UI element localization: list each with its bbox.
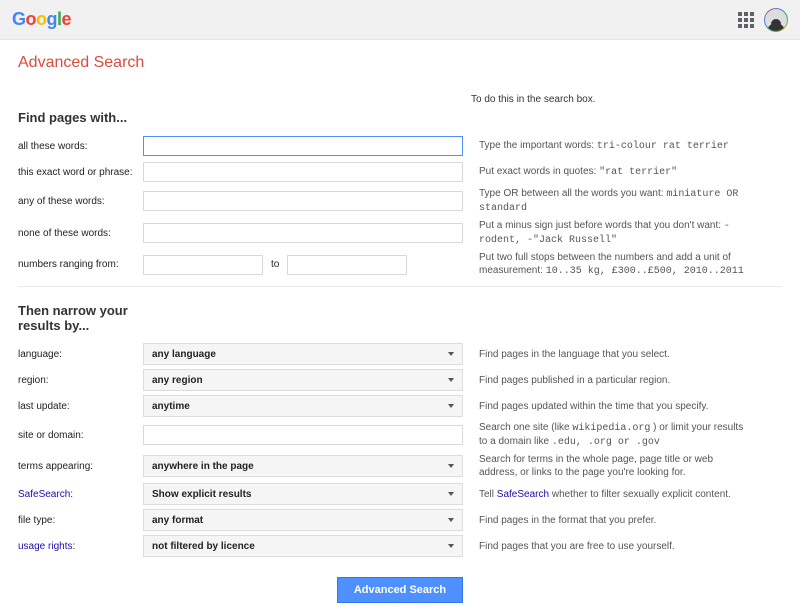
tip-column-heading: To do this in the search box. xyxy=(463,94,596,125)
divider xyxy=(18,286,782,287)
tip-safesearch: Tell SafeSearch whether to filter sexual… xyxy=(471,488,731,501)
label-safesearch[interactable]: SafeSearch: xyxy=(18,489,135,500)
label-any: any of these words: xyxy=(18,196,135,207)
chevron-down-icon xyxy=(448,464,454,468)
label-terms: terms appearing: xyxy=(18,461,135,472)
all-words-input[interactable] xyxy=(143,136,463,156)
chevron-down-icon xyxy=(448,518,454,522)
tip-region: Find pages published in a particular reg… xyxy=(471,374,670,387)
label-none: none of these words: xyxy=(18,228,135,239)
label-region: region: xyxy=(18,375,135,386)
last-update-dropdown[interactable]: anytime xyxy=(143,395,463,417)
tip-language: Find pages in the language that you sele… xyxy=(471,348,670,361)
tip-filetype: Find pages in the format that you prefer… xyxy=(471,514,656,527)
label-site: site or domain: xyxy=(18,430,135,441)
google-logo[interactable]: Google xyxy=(12,9,71,30)
label-exact: this exact word or phrase: xyxy=(18,167,135,178)
chevron-down-icon xyxy=(448,544,454,548)
chevron-down-icon xyxy=(448,492,454,496)
page-title: Advanced Search xyxy=(0,40,800,86)
tip-any: Type OR between all the words you want: … xyxy=(471,187,751,215)
section-find-heading: Find pages with... xyxy=(18,110,463,125)
label-numbers: numbers ranging from: xyxy=(18,259,135,270)
usage-rights-dropdown[interactable]: not filtered by licence xyxy=(143,535,463,557)
tip-usage: Find pages that you are free to use your… xyxy=(471,540,675,553)
apps-grid-icon[interactable] xyxy=(738,12,754,28)
chevron-down-icon xyxy=(448,352,454,356)
filetype-dropdown[interactable]: any format xyxy=(143,509,463,531)
tip-numbers: Put two full stops between the numbers a… xyxy=(471,251,751,278)
numbers-from-input[interactable] xyxy=(143,255,263,275)
site-domain-input[interactable] xyxy=(143,425,463,445)
tip-last-update: Find pages updated within the time that … xyxy=(471,400,708,413)
exact-phrase-input[interactable] xyxy=(143,162,463,182)
tip-all-words: Type the important words: tri-colour rat… xyxy=(471,139,729,153)
label-language: language: xyxy=(18,349,135,360)
label-last-update: last update: xyxy=(18,401,135,412)
advanced-search-button[interactable]: Advanced Search xyxy=(337,577,463,603)
label-filetype: file type: xyxy=(18,515,135,526)
language-dropdown[interactable]: any language xyxy=(143,343,463,365)
numbers-to-input[interactable] xyxy=(287,255,407,275)
label-all-words: all these words: xyxy=(18,141,135,152)
section-narrow-heading: Then narrow your results by... xyxy=(18,303,138,333)
tip-none: Put a minus sign just before words that … xyxy=(471,219,751,247)
numbers-to-label: to xyxy=(271,259,279,270)
any-words-input[interactable] xyxy=(143,191,463,211)
chevron-down-icon xyxy=(448,404,454,408)
tip-exact: Put exact words in quotes: "rat terrier" xyxy=(471,165,677,179)
header-bar: Google xyxy=(0,0,800,40)
safesearch-link[interactable]: SafeSearch xyxy=(497,489,549,500)
terms-appearing-dropdown[interactable]: anywhere in the page xyxy=(143,455,463,477)
account-avatar[interactable] xyxy=(764,8,788,32)
none-words-input[interactable] xyxy=(143,223,463,243)
region-dropdown[interactable]: any region xyxy=(143,369,463,391)
tip-terms: Search for terms in the whole page, page… xyxy=(471,453,751,479)
chevron-down-icon xyxy=(448,378,454,382)
safesearch-dropdown[interactable]: Show explicit results xyxy=(143,483,463,505)
label-usage[interactable]: usage rights: xyxy=(18,541,135,552)
tip-site: Search one site (like wikipedia.org ) or… xyxy=(471,421,751,449)
